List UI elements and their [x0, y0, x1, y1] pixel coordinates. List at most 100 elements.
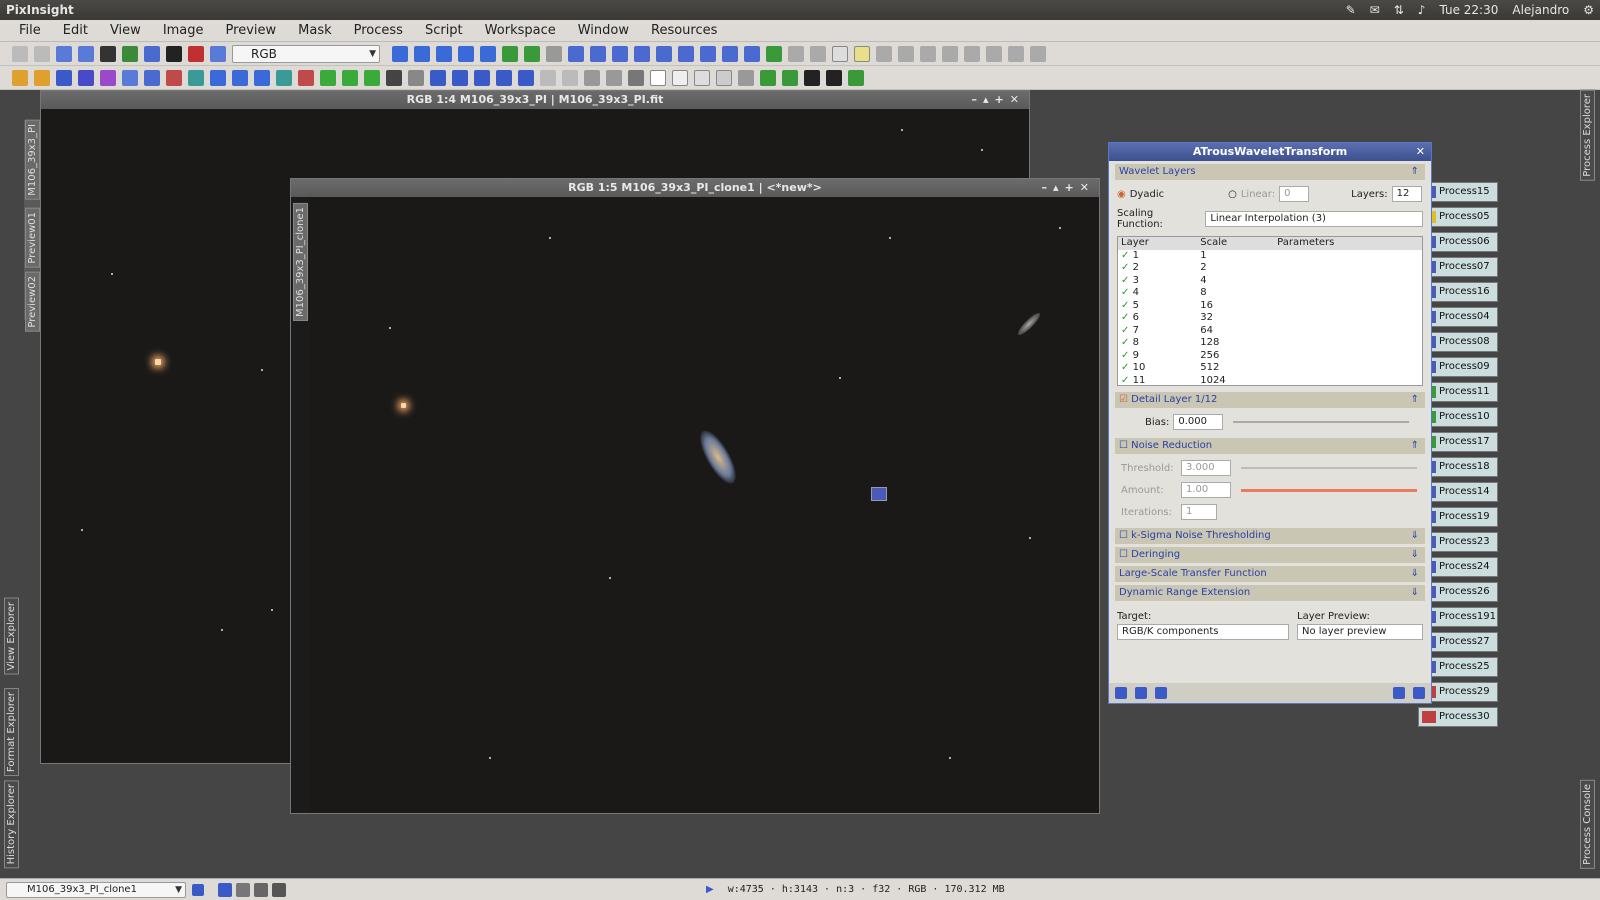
- cursor-icon[interactable]: [546, 45, 562, 62]
- new-instance-icon[interactable]: [1115, 687, 1127, 699]
- zoom-fit-icon[interactable]: [144, 45, 160, 62]
- menu-script[interactable]: Script: [425, 23, 463, 38]
- bias-slider[interactable]: [1233, 421, 1410, 423]
- process-icon-32[interactable]: [694, 69, 710, 86]
- table-row[interactable]: ✓ 22: [1118, 262, 1422, 275]
- channel-b-icon[interactable]: [272, 882, 286, 897]
- channel-icon[interactable]: [100, 45, 116, 62]
- extract-icon[interactable]: [766, 45, 782, 62]
- menu-window[interactable]: Window: [578, 23, 629, 38]
- clock[interactable]: Tue 22:30: [1439, 3, 1498, 17]
- process-icon-34[interactable]: [738, 69, 754, 86]
- scaling-select[interactable]: Linear Interpolation (3): [1205, 211, 1423, 227]
- rotate-icon[interactable]: [1008, 45, 1024, 62]
- tab-view-main[interactable]: M106_39x3_PI: [25, 120, 40, 200]
- view-selector[interactable]: M106_39x3_PI_clone1 ▼: [6, 881, 186, 898]
- checkbox[interactable]: ☐: [1119, 440, 1128, 451]
- open-icon[interactable]: [78, 45, 94, 62]
- crop-icon[interactable]: [964, 45, 980, 62]
- mail-icon[interactable]: ✉: [1370, 3, 1380, 17]
- bias-input[interactable]: 0.000: [1173, 414, 1224, 430]
- channel-g-icon[interactable]: [254, 882, 268, 897]
- tab-preview02[interactable]: Preview02: [25, 272, 40, 332]
- menu-resources[interactable]: Resources: [651, 23, 717, 38]
- table-row[interactable]: ✓ 11: [1118, 250, 1422, 263]
- edit-preview-icon[interactable]: [502, 45, 518, 62]
- process-icon-5[interactable]: [100, 69, 116, 86]
- process-icon-37[interactable]: [804, 69, 820, 86]
- process-icon-4[interactable]: [78, 69, 94, 86]
- undo-icon[interactable]: [12, 45, 28, 62]
- real-time-preview-icon[interactable]: [1155, 687, 1167, 699]
- table-row[interactable]: ✓ 5 16: [1118, 300, 1422, 313]
- screen-stretch-icon[interactable]: [166, 45, 182, 62]
- process-icon-38[interactable]: [826, 69, 842, 86]
- menu-image[interactable]: Image: [163, 23, 204, 38]
- table-row[interactable]: ✓ 8 128: [1118, 337, 1422, 350]
- section-deringing[interactable]: ☐ Deringing ⇓: [1115, 547, 1425, 563]
- user-name[interactable]: Alejandro: [1512, 3, 1569, 17]
- document-icon[interactable]: [832, 45, 848, 62]
- process-icon-29[interactable]: [628, 69, 644, 86]
- process-icon-9[interactable]: [188, 69, 204, 86]
- checkbox[interactable]: ☑: [1119, 394, 1128, 405]
- threshold-input[interactable]: 3.000: [1181, 460, 1231, 476]
- preview-tool-icon[interactable]: [458, 45, 474, 62]
- layer-preview-select[interactable]: No layer preview: [1297, 624, 1423, 640]
- view-explorer-tab[interactable]: View Explorer: [4, 598, 19, 675]
- lock-icon[interactable]: [920, 45, 936, 62]
- table-row[interactable]: ✓ 34: [1118, 275, 1422, 288]
- mirror-icon[interactable]: [1030, 45, 1046, 62]
- minimize-all-icon[interactable]: [788, 45, 804, 62]
- menu-mask[interactable]: Mask: [298, 23, 331, 38]
- section-noise-reduction[interactable]: ☐ Noise Reduction ⇑: [1115, 438, 1425, 454]
- network-icon[interactable]: ⇅: [1394, 3, 1404, 17]
- table-row[interactable]: ✓ 11 1024: [1118, 375, 1422, 385]
- table-row[interactable]: ✓ 6 32: [1118, 312, 1422, 325]
- stf-icon[interactable]: [188, 45, 204, 62]
- resize-icon[interactable]: [986, 45, 1002, 62]
- view-icon[interactable]: [192, 883, 204, 896]
- menu-edit[interactable]: Edit: [63, 23, 88, 38]
- dialog-title-bar[interactable]: ATrousWaveletTransform ✕: [1109, 143, 1431, 161]
- process-icon-20[interactable]: [430, 69, 446, 86]
- dynamic-icon[interactable]: [480, 45, 496, 62]
- section-ksigma[interactable]: ☐ k-Sigma Noise Thresholding ⇓: [1115, 528, 1425, 544]
- process-icon-39[interactable]: [848, 69, 864, 86]
- readout-icon[interactable]: [436, 45, 452, 62]
- image-canvas[interactable]: [309, 197, 1099, 813]
- fit-view-icon[interactable]: [678, 45, 694, 62]
- process-icon-13[interactable]: [276, 69, 292, 86]
- checkbox[interactable]: ☐: [1119, 549, 1128, 560]
- process-icon-14[interactable]: [298, 69, 314, 86]
- window-controls[interactable]: –▴+✕: [1042, 179, 1095, 197]
- table-row[interactable]: ✓ 9 256: [1118, 350, 1422, 363]
- process-icon-17[interactable]: [364, 69, 380, 86]
- tab-view-clone[interactable]: M106_39x3_PI_clone1: [293, 203, 308, 321]
- section-wavelet-layers[interactable]: Wavelet Layers ⇑: [1115, 164, 1425, 180]
- restore-all-icon[interactable]: [810, 45, 826, 62]
- process-icon-27[interactable]: [584, 69, 600, 86]
- menu-file[interactable]: File: [19, 23, 41, 38]
- edit-icon[interactable]: ✎: [1346, 3, 1356, 17]
- process-icon-11[interactable]: [232, 69, 248, 86]
- process-icon-25[interactable]: [540, 69, 556, 86]
- copy-icon[interactable]: [942, 45, 958, 62]
- process-icon-12[interactable]: [254, 69, 270, 86]
- process-icon-15[interactable]: [320, 69, 336, 86]
- linear-input[interactable]: 0: [1279, 186, 1310, 202]
- target-select[interactable]: RGB/K components: [1117, 624, 1289, 640]
- process-icon-6[interactable]: [122, 69, 138, 86]
- layers-spin[interactable]: 12: [1391, 186, 1422, 202]
- process-icon-7[interactable]: [144, 69, 160, 86]
- process-icon-28[interactable]: [606, 69, 622, 86]
- window-title-bar[interactable]: RGB 1:4 M106_39x3_PI | M106_39x3_PI.fit …: [41, 91, 1029, 109]
- section-dre[interactable]: Dynamic Range Extension ⇓: [1115, 585, 1425, 601]
- zoom-icon[interactable]: [414, 45, 430, 62]
- iterations-spin[interactable]: 1: [1181, 504, 1217, 520]
- new-image-icon[interactable]: [56, 45, 72, 62]
- select-icon[interactable]: [524, 45, 540, 62]
- process-icon-21[interactable]: [452, 69, 468, 86]
- browse-doc-icon[interactable]: [1393, 687, 1405, 699]
- process-icon-35[interactable]: [760, 69, 776, 86]
